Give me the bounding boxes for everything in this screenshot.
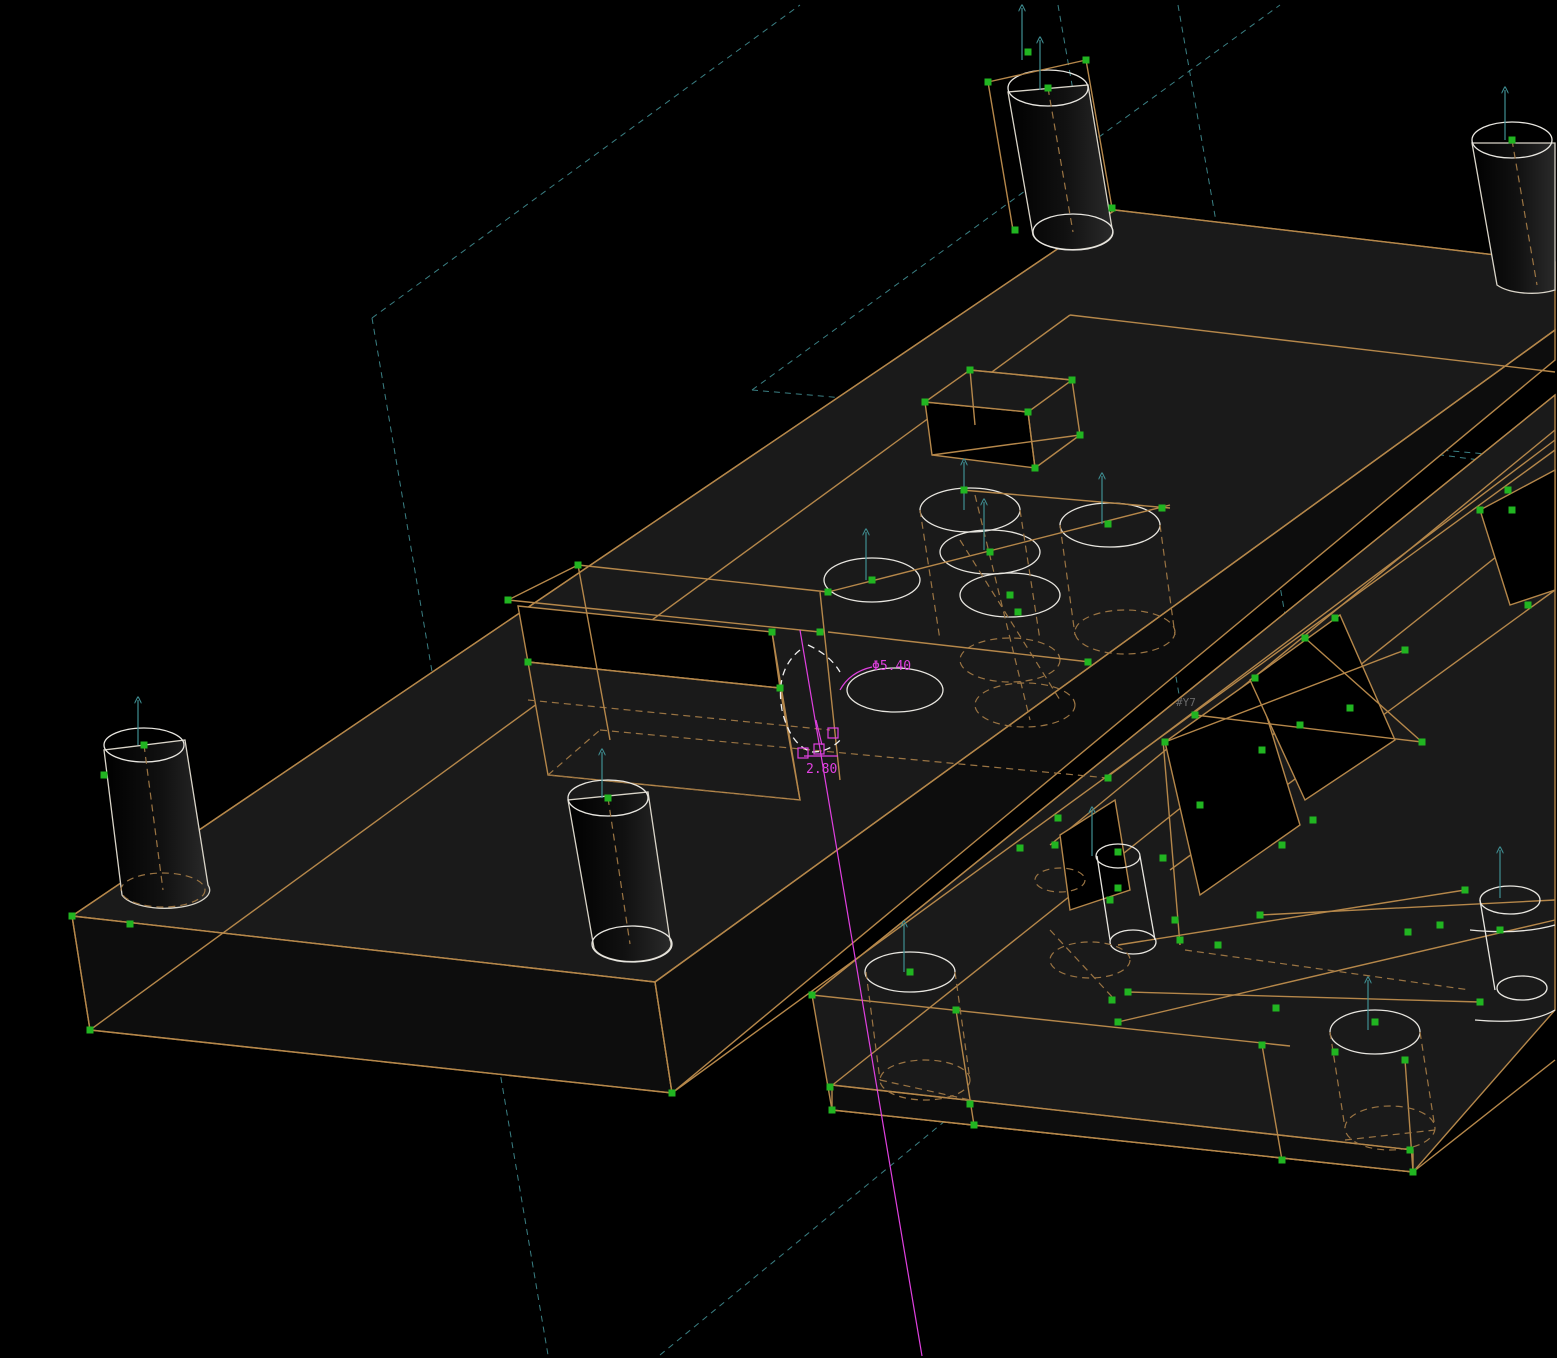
vertex-marker[interactable] [1401, 1056, 1409, 1064]
vertex-marker[interactable] [966, 366, 974, 374]
vertex-marker[interactable] [1301, 634, 1309, 642]
vertex-marker[interactable] [100, 771, 108, 779]
vertex-marker[interactable] [1508, 506, 1516, 514]
vertex-marker[interactable] [1108, 204, 1116, 212]
vertex-marker[interactable] [504, 596, 512, 604]
vertex-marker[interactable] [1404, 928, 1412, 936]
vertex-marker[interactable] [1068, 376, 1076, 384]
vertex-marker[interactable] [808, 991, 816, 999]
vertex-marker[interactable] [140, 741, 148, 749]
vertex-marker[interactable] [668, 1089, 676, 1097]
vertex-marker[interactable] [1106, 896, 1114, 904]
vertex-marker[interactable] [1014, 608, 1022, 616]
vertex-marker[interactable] [1161, 738, 1169, 746]
offset-dimension[interactable]: 2.80 [806, 762, 837, 777]
vertex-marker[interactable] [1044, 84, 1052, 92]
vertex-marker[interactable] [1124, 988, 1132, 996]
vertex-marker[interactable] [1051, 841, 1059, 849]
vertex-marker[interactable] [1251, 674, 1259, 682]
vertex-marker[interactable] [1331, 614, 1339, 622]
vertex-marker[interactable] [1024, 48, 1032, 56]
vertex-marker[interactable] [1461, 886, 1469, 894]
vertex-marker[interactable] [1401, 646, 1409, 654]
vertex-marker[interactable] [1496, 926, 1504, 934]
vertex-marker[interactable] [1504, 486, 1512, 494]
vertex-marker[interactable] [1171, 916, 1179, 924]
vertex-marker[interactable] [1024, 408, 1032, 416]
vertex-marker[interactable] [1309, 816, 1317, 824]
vertex-marker[interactable] [1114, 848, 1122, 856]
vertex-marker[interactable] [1159, 854, 1167, 862]
vertex-marker[interactable] [1346, 704, 1354, 712]
vertex-marker[interactable] [1418, 738, 1426, 746]
vertex-marker[interactable] [1409, 1168, 1417, 1176]
vertex-marker[interactable] [1084, 658, 1092, 666]
vertex-marker[interactable] [524, 658, 532, 666]
vertex-marker[interactable] [1196, 801, 1204, 809]
vertex-marker[interactable] [1524, 601, 1532, 609]
vertex-marker[interactable] [1114, 884, 1122, 892]
vertex-marker[interactable] [966, 1100, 974, 1108]
vertex-marker[interactable] [1272, 1004, 1280, 1012]
vertex-marker[interactable] [1016, 844, 1024, 852]
vertex-marker[interactable] [970, 1121, 978, 1129]
vertex-marker[interactable] [1006, 591, 1014, 599]
cad-3d-viewport[interactable]: #Y7 Φ5.40 2.80 [0, 0, 1557, 1358]
vertex-marker[interactable] [86, 1026, 94, 1034]
vertex-marker[interactable] [1158, 504, 1166, 512]
vertex-marker[interactable] [1082, 56, 1090, 64]
vertex-marker[interactable] [1214, 941, 1222, 949]
vertex-marker[interactable] [1371, 1018, 1379, 1026]
vertex-marker[interactable] [1176, 936, 1184, 944]
vertex-marker[interactable] [1278, 841, 1286, 849]
vertex-marker[interactable] [984, 78, 992, 86]
vertex-marker[interactable] [1031, 464, 1039, 472]
vertex-marker[interactable] [68, 912, 76, 920]
vertex-marker[interactable] [574, 561, 582, 569]
vertex-marker[interactable] [1104, 520, 1112, 528]
vertex-marker[interactable] [126, 920, 134, 928]
vertex-marker[interactable] [1258, 1041, 1266, 1049]
vertex-marker[interactable] [868, 576, 876, 584]
vertex-marker[interactable] [1108, 996, 1116, 1004]
vertex-marker[interactable] [1114, 1018, 1122, 1026]
vertex-marker[interactable] [1256, 911, 1264, 919]
vertex-marker[interactable] [921, 398, 929, 406]
pin-front-left[interactable] [103, 727, 211, 909]
vertex-marker[interactable] [824, 588, 832, 596]
vertex-marker[interactable] [768, 628, 776, 636]
vertex-marker[interactable] [1258, 746, 1266, 754]
vertex-marker[interactable] [826, 1083, 834, 1091]
vertex-marker[interactable] [776, 684, 784, 692]
vertex-marker[interactable] [986, 548, 994, 556]
vertex-marker[interactable] [1436, 921, 1444, 929]
vertex-marker[interactable] [906, 968, 914, 976]
vertex-marker[interactable] [952, 1006, 960, 1014]
vertex-marker[interactable] [1191, 711, 1199, 719]
diameter-dimension[interactable]: Φ5.40 [872, 659, 911, 674]
vertex-marker[interactable] [1508, 136, 1516, 144]
vertex-marker[interactable] [1278, 1156, 1286, 1164]
vertex-marker[interactable] [1476, 998, 1484, 1006]
vertex-marker[interactable] [828, 1106, 836, 1114]
vertex-marker[interactable] [1011, 226, 1019, 234]
sketch-tag: #Y7 [1176, 696, 1196, 709]
vertex-marker[interactable] [604, 794, 612, 802]
vertex-marker[interactable] [1331, 1048, 1339, 1056]
vertex-marker[interactable] [1406, 1146, 1414, 1154]
vertex-marker[interactable] [1476, 506, 1484, 514]
vertex-marker[interactable] [1104, 774, 1112, 782]
vertex-marker[interactable] [1054, 814, 1062, 822]
vertex-marker[interactable] [816, 628, 824, 636]
vertex-marker[interactable] [1076, 431, 1084, 439]
vertex-marker[interactable] [1296, 721, 1304, 729]
vertex-marker[interactable] [960, 486, 968, 494]
